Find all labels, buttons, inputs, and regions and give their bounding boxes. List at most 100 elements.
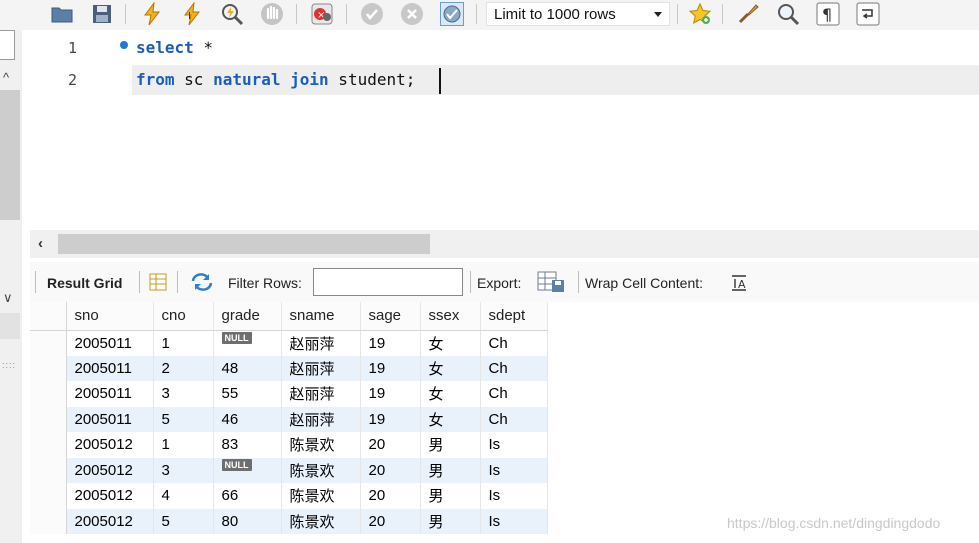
table-row[interactable]: 2005011 1 NULL 赵丽萍 19 女 Ch	[30, 330, 548, 356]
table-cell-ssex[interactable]: 女	[420, 355, 481, 381]
table-cell-sage[interactable]: 19	[360, 381, 421, 407]
chevron-left-icon[interactable]: ‹	[38, 235, 43, 252]
table-cell-ssex[interactable]: 女	[420, 330, 481, 356]
explain-icon[interactable]	[220, 2, 244, 26]
table-cell-sage[interactable]: 20	[360, 508, 421, 534]
table-row[interactable]: 2005012 4 66 陈景欢 20 男 Is	[30, 483, 548, 509]
table-cell-sname[interactable]: 赵丽萍	[281, 330, 361, 356]
table-cell-grade[interactable]: 66	[213, 483, 282, 509]
execute-icon[interactable]	[140, 2, 164, 26]
row-header[interactable]	[30, 457, 67, 483]
table-cell-sdept[interactable]: Ch	[480, 381, 548, 407]
code-line[interactable]: select *	[136, 38, 213, 57]
table-cell-ssex[interactable]: 男	[420, 432, 481, 458]
export-icon[interactable]	[537, 270, 565, 297]
table-cell-cno[interactable]: 5	[153, 406, 214, 432]
rollback-icon[interactable]	[400, 2, 424, 26]
favorite-icon[interactable]	[688, 2, 712, 26]
table-cell-sname[interactable]: 陈景欢	[281, 432, 361, 458]
table-cell-sdept[interactable]: Is	[480, 483, 548, 509]
row-header[interactable]	[30, 381, 67, 407]
scrollbar-thumb[interactable]	[58, 234, 430, 254]
table-cell-sno[interactable]: 2005011	[66, 406, 154, 432]
result-grid-tab[interactable]: Result Grid	[47, 275, 122, 291]
table-row[interactable]: 2005011 2 48 赵丽萍 19 女 Ch	[30, 355, 548, 381]
chevron-down-icon[interactable]: ∨	[3, 290, 13, 306]
grid-view-icon[interactable]	[148, 272, 168, 295]
row-header[interactable]	[30, 483, 67, 509]
column-header[interactable]: sname	[281, 302, 361, 331]
table-cell-sdept[interactable]: Ch	[480, 330, 548, 356]
table-cell-sno[interactable]: 2005012	[66, 508, 154, 534]
table-cell-grade[interactable]: 46	[213, 406, 282, 432]
wrap-cell-icon[interactable]: A	[730, 274, 748, 295]
table-cell-sage[interactable]: 20	[360, 483, 421, 509]
table-cell-grade[interactable]: NULL	[213, 330, 282, 356]
chevron-up-icon[interactable]: ^	[3, 70, 9, 85]
table-row[interactable]: 2005011 3 55 赵丽萍 19 女 Ch	[30, 381, 548, 407]
column-header[interactable]: sdept	[480, 302, 548, 331]
row-header[interactable]	[30, 508, 67, 534]
table-cell-sno[interactable]: 2005011	[66, 330, 154, 356]
table-cell-cno[interactable]: 4	[153, 483, 214, 509]
table-cell-ssex[interactable]: 女	[420, 406, 481, 432]
limit-rows-select[interactable]: Limit to 1000 rows	[486, 2, 670, 26]
table-cell-cno[interactable]: 5	[153, 508, 214, 534]
table-cell-sname[interactable]: 陈景欢	[281, 457, 361, 483]
table-cell-sname[interactable]: 陈景欢	[281, 483, 361, 509]
column-header[interactable]: grade	[213, 302, 282, 331]
stop-icon[interactable]	[260, 2, 284, 26]
find-icon[interactable]	[776, 2, 800, 26]
code-line[interactable]: from sc natural join student;	[136, 70, 415, 89]
table-cell-sno[interactable]: 2005011	[66, 355, 154, 381]
table-row[interactable]: 2005012 1 83 陈景欢 20 男 Is	[30, 432, 548, 458]
table-cell-sage[interactable]: 19	[360, 330, 421, 356]
table-cell-sname[interactable]: 赵丽萍	[281, 406, 361, 432]
table-cell-grade[interactable]: 83	[213, 432, 282, 458]
commit-icon[interactable]	[360, 2, 384, 26]
table-cell-sdept[interactable]: Is	[480, 508, 548, 534]
table-cell-ssex[interactable]: 男	[420, 483, 481, 509]
table-cell-cno[interactable]: 1	[153, 432, 214, 458]
table-cell-ssex[interactable]: 男	[420, 508, 481, 534]
table-cell-grade[interactable]: NULL	[213, 457, 282, 483]
beautify-icon[interactable]	[736, 2, 760, 26]
table-cell-sage[interactable]: 20	[360, 432, 421, 458]
row-header[interactable]	[30, 330, 67, 356]
table-cell-sage[interactable]: 20	[360, 457, 421, 483]
sql-editor[interactable]: 1 2 select * from sc natural join studen…	[30, 30, 979, 230]
table-cell-sdept[interactable]: Ch	[480, 406, 548, 432]
table-cell-sname[interactable]: 赵丽萍	[281, 381, 361, 407]
wrap-icon[interactable]	[856, 2, 880, 26]
row-header[interactable]	[30, 355, 67, 381]
table-cell-sno[interactable]: 2005012	[66, 457, 154, 483]
side-scrollbar-thumb[interactable]	[0, 90, 20, 220]
table-cell-grade[interactable]: 48	[213, 355, 282, 381]
table-cell-sage[interactable]: 19	[360, 355, 421, 381]
table-row[interactable]: 2005012 5 80 陈景欢 20 男 Is	[30, 508, 548, 534]
table-cell-grade[interactable]: 55	[213, 381, 282, 407]
save-icon[interactable]	[90, 2, 114, 26]
table-cell-cno[interactable]: 2	[153, 355, 214, 381]
row-header[interactable]	[30, 406, 67, 432]
refresh-icon[interactable]	[190, 272, 214, 295]
column-header[interactable]: sno	[66, 302, 154, 331]
table-cell-sdept[interactable]: Is	[480, 457, 548, 483]
side-panel-button[interactable]	[0, 313, 20, 339]
table-row[interactable]: 2005012 3 NULL 陈景欢 20 男 Is	[30, 457, 548, 483]
table-row[interactable]: 2005011 5 46 赵丽萍 19 女 Ch	[30, 406, 548, 432]
editor-horizontal-scrollbar[interactable]: ‹	[30, 230, 979, 258]
drag-handle-icon[interactable]: ::::	[2, 360, 16, 370]
table-cell-grade[interactable]: 80	[213, 508, 282, 534]
autocommit-icon[interactable]	[440, 2, 464, 26]
folder-icon[interactable]	[50, 2, 74, 26]
table-cell-ssex[interactable]: 女	[420, 381, 481, 407]
column-header[interactable]: ssex	[420, 302, 481, 331]
table-cell-sdept[interactable]: Ch	[480, 355, 548, 381]
chevron-down-icon[interactable]	[654, 12, 662, 17]
table-cell-sname[interactable]: 陈景欢	[281, 508, 361, 534]
table-cell-sno[interactable]: 2005012	[66, 432, 154, 458]
table-cell-sno[interactable]: 2005011	[66, 381, 154, 407]
toggle-error-icon[interactable]: ×	[310, 2, 334, 26]
table-cell-cno[interactable]: 3	[153, 457, 214, 483]
